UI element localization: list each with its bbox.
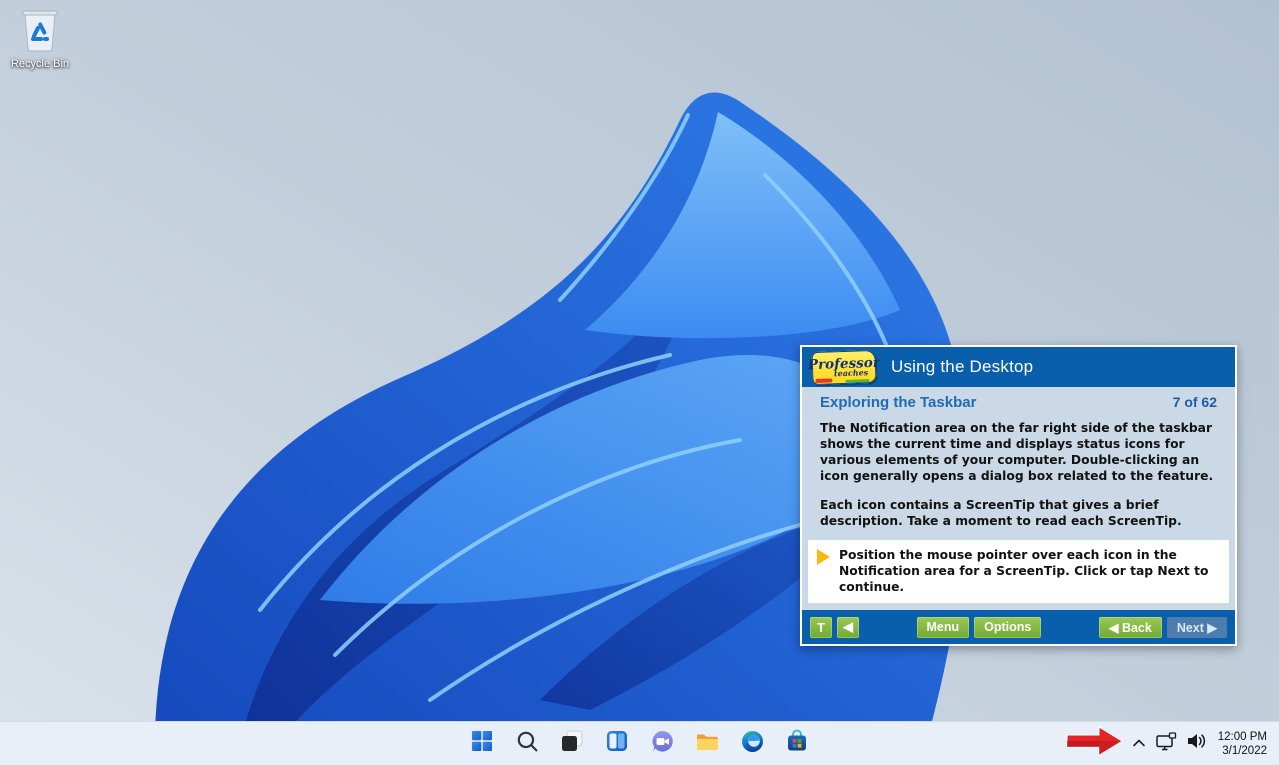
clock-time: 12:00 PM — [1218, 730, 1267, 744]
store-button[interactable] — [779, 725, 816, 762]
volume-tray-button[interactable] — [1182, 722, 1212, 765]
lesson-progress: 7 of 62 — [1173, 394, 1217, 410]
dialog-title: Using the Desktop — [891, 357, 1033, 377]
chevron-up-icon — [1132, 735, 1146, 753]
speaker-icon — [1187, 732, 1207, 755]
logo-green-stripe — [845, 379, 869, 383]
recycle-bin-label: Recycle Bin — [11, 58, 69, 70]
tutorial-dialog: Professor teaches Using the Desktop Expl… — [800, 345, 1237, 646]
edge-browser-icon — [740, 729, 765, 759]
taskbar: 12:00 PM 3/1/2022 — [0, 721, 1279, 765]
widgets-icon — [605, 729, 629, 758]
show-hidden-icons-button[interactable] — [1127, 722, 1151, 765]
start-button[interactable] — [464, 725, 501, 762]
chat-button[interactable] — [644, 725, 681, 762]
network-icon — [1156, 732, 1177, 756]
recycle-bin[interactable]: Recycle Bin — [4, 6, 76, 70]
dialog-body: Exploring the Taskbar 7 of 62 The Notifi… — [802, 387, 1235, 610]
professor-teaches-logo: Professor teaches — [811, 349, 876, 384]
teams-chat-icon — [650, 729, 675, 759]
instruction-text: Position the mouse pointer over each ico… — [839, 547, 1217, 595]
search-button[interactable] — [509, 725, 546, 762]
widgets-button[interactable] — [599, 725, 636, 762]
task-view-button[interactable] — [554, 725, 591, 762]
windows-start-icon — [470, 729, 494, 758]
instruction-arrow-icon — [817, 549, 830, 565]
logo-text-teaches: teaches — [834, 368, 868, 376]
recycle-bin-icon — [19, 6, 61, 57]
back-button[interactable]: ◀ Back — [1099, 617, 1162, 638]
lesson-paragraph-1: The Notification area on the far right s… — [808, 420, 1229, 484]
clock-date: 3/1/2022 — [1218, 744, 1267, 758]
file-explorer-icon — [695, 729, 720, 759]
next-button[interactable]: Next ▶ — [1167, 617, 1227, 638]
dialog-header: Professor teaches Using the Desktop — [802, 347, 1235, 387]
search-icon — [516, 730, 539, 758]
task-view-icon — [560, 729, 584, 758]
text-mode-button[interactable]: T — [810, 617, 832, 638]
taskbar-notification-area: 12:00 PM 3/1/2022 — [1066, 722, 1277, 765]
file-explorer-button[interactable] — [689, 725, 726, 762]
options-button[interactable]: Options — [974, 617, 1041, 638]
taskbar-clock[interactable]: 12:00 PM 3/1/2022 — [1212, 730, 1277, 758]
instruction-callout: Position the mouse pointer over each ico… — [808, 540, 1229, 603]
microsoft-store-icon — [785, 729, 809, 758]
red-annotation-arrow — [1066, 725, 1124, 762]
network-tray-button[interactable] — [1151, 722, 1182, 765]
audio-replay-button[interactable]: ◀ — [837, 617, 859, 638]
lesson-title: Exploring the Taskbar — [820, 394, 976, 411]
lesson-paragraph-2: Each icon contains a ScreenTip that give… — [808, 497, 1229, 529]
edge-button[interactable] — [734, 725, 771, 762]
menu-button[interactable]: Menu — [917, 617, 970, 638]
taskbar-center-icons — [464, 722, 816, 765]
logo-red-stripe — [815, 378, 832, 383]
dialog-footer: T ◀ Menu Options ◀ Back Next ▶ — [802, 610, 1235, 644]
